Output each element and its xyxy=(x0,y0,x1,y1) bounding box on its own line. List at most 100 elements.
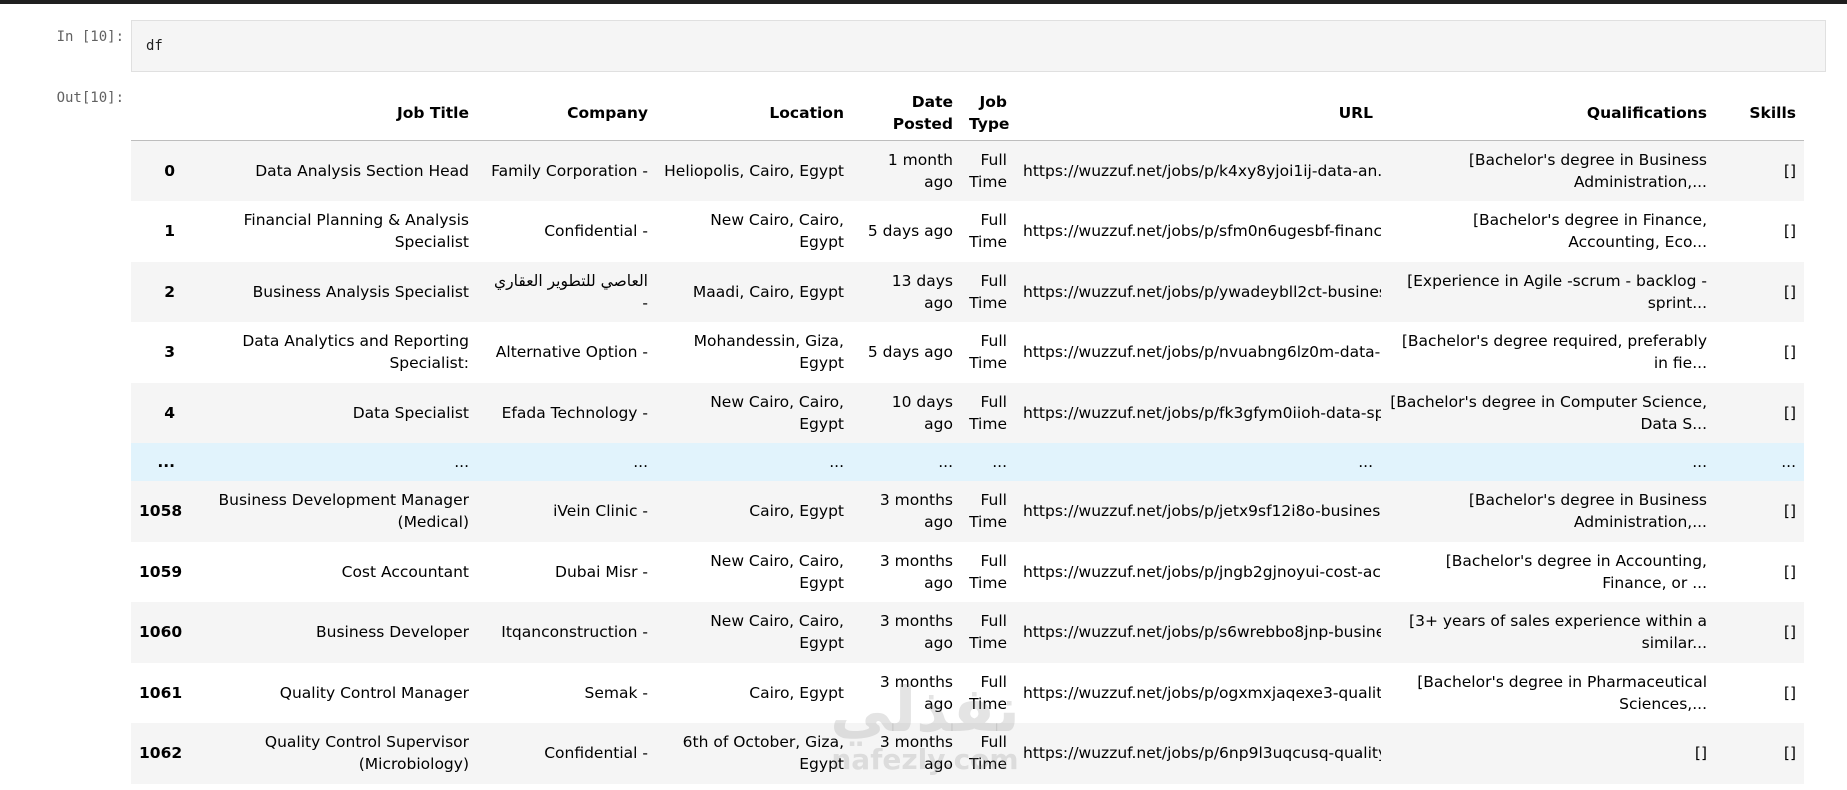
ellipsis-row: ........................... xyxy=(131,443,1804,481)
table-body: 0 Data Analysis Section Head Family Corpor… xyxy=(131,140,1804,784)
cell-qualifications: [Bachelor's degree in Finance, Accountin… xyxy=(1472,211,1707,252)
cell-job-title: Financial Planning & Analysis Specialist xyxy=(243,211,469,252)
cell-job-title: Business Developer xyxy=(316,623,469,642)
header-skills: Skills xyxy=(1715,86,1804,141)
cell-skills: [] xyxy=(1783,683,1796,702)
cell-url: https://wuzzuf.net/jobs/p/k4xy8yjoi1ij-d… xyxy=(1023,162,1381,180)
cell-company: Semak - xyxy=(584,683,648,702)
cell-url: https://wuzzuf.net/jobs/p/fk3gfym0iioh-d… xyxy=(1023,403,1381,422)
cell-qualifications: [3+ years of sales experience within a s… xyxy=(1409,612,1707,653)
cell-skills: [] xyxy=(1783,744,1796,763)
cell-qualifications: [Bachelor's degree in Computer Science, … xyxy=(1390,392,1707,433)
header-location: Location xyxy=(656,86,852,141)
cell-job-title: Quality Control Manager xyxy=(279,683,469,702)
cell-url: https://wuzzuf.net/jobs/p/nvuabng6lz0m-d… xyxy=(1023,343,1381,362)
cell-company: Family Corporation - xyxy=(491,162,648,180)
cell-job-type: Full Time xyxy=(969,211,1007,252)
top-bar xyxy=(0,0,1847,4)
cell-date-posted: 3 months ago xyxy=(879,733,953,774)
row-index: 0 xyxy=(164,162,175,180)
table-row: 1058 Business Development Manager (Medica… xyxy=(131,481,1804,542)
cell-job-title: Quality Control Supervisor (Microbiology… xyxy=(264,733,469,774)
cell-location: New Cairo, Cairo, Egypt xyxy=(710,211,844,252)
cell-skills: [] xyxy=(1783,562,1796,581)
cell-qualifications: [Experience in Agile -scrum - backlog - … xyxy=(1407,271,1707,312)
cell-skills: [] xyxy=(1783,343,1796,362)
row-index: 1061 xyxy=(139,683,183,702)
cell-company: Confidential - xyxy=(544,744,648,763)
cell-company: Alternative Option - xyxy=(495,343,648,362)
row-index: 1060 xyxy=(139,623,183,642)
cell-qualifications: [Bachelor's degree required, preferably … xyxy=(1401,332,1707,373)
cell-location: 6th of October, Giza, Egypt xyxy=(682,733,844,774)
cell-date-posted: 10 days ago xyxy=(891,392,953,433)
cell-location: New Cairo, Cairo, Egypt xyxy=(710,612,844,653)
table-row: 3 Data Analytics and Reporting Specialist… xyxy=(131,322,1804,383)
cell-job-title: Cost Accountant xyxy=(341,562,469,581)
table-row: 0 Data Analysis Section Head Family Corpor… xyxy=(131,140,1804,201)
row-index: 1 xyxy=(164,222,175,241)
cell-location: ... xyxy=(829,453,844,471)
cell-company: Itqanconstruction - xyxy=(501,623,648,642)
cell-location: Maadi, Cairo, Egypt xyxy=(692,282,844,301)
cell-url: ... xyxy=(1358,453,1373,471)
cell-url: https://wuzzuf.net/jobs/p/sfm0n6ugesbf-f… xyxy=(1023,222,1381,241)
table-row: 1060 Business Developer Itqanconstruction … xyxy=(131,602,1804,663)
row-index: 3 xyxy=(164,343,175,362)
cell-qualifications: [Bachelor's degree in Business Administr… xyxy=(1468,151,1707,191)
cell-date-posted: 3 months ago xyxy=(879,672,953,713)
cell-company: العاصي للتطوير العقاري - xyxy=(494,271,648,312)
cell-location: New Cairo, Cairo, Egypt xyxy=(710,551,844,592)
table-row: 1062 Quality Control Supervisor (Microbio… xyxy=(131,723,1804,784)
row-index: 1058 xyxy=(139,502,183,521)
table-row: 4 Data Specialist Efada Technology - New Ca… xyxy=(131,382,1804,443)
row-index: 4 xyxy=(164,403,175,422)
cell-job-type: Full Time xyxy=(969,612,1007,653)
header-job-title: Job Title xyxy=(183,86,477,141)
cell-job-title: Business Development Manager (Medical) xyxy=(218,491,470,532)
header-url: URL xyxy=(1015,86,1381,141)
cell-skills: [] xyxy=(1783,502,1796,521)
header-company: Company xyxy=(477,86,656,141)
header-qualifications: Qualifications xyxy=(1381,86,1715,141)
input-prompt: In [10]: xyxy=(56,29,124,45)
cell-url: https://wuzzuf.net/jobs/p/6np9l3uqcusq-q… xyxy=(1023,744,1381,763)
cell-date-posted: 5 days ago xyxy=(867,343,953,362)
cell-job-type: Full Time xyxy=(969,151,1007,191)
cell-location: Cairo, Egypt xyxy=(749,683,844,702)
cell-url: https://wuzzuf.net/jobs/p/ywadeybll2ct-b… xyxy=(1023,282,1381,301)
table-row: 1059 Cost Accountant Dubai Misr - New Cairo… xyxy=(131,542,1804,603)
cell-job-type: Full Time xyxy=(969,332,1007,373)
cell-qualifications: [] xyxy=(1694,744,1707,763)
cell-skills: [] xyxy=(1783,623,1796,642)
cell-job-title: ... xyxy=(454,453,469,471)
cell-qualifications: ... xyxy=(1692,453,1707,471)
table-header-row: Job Title Company Location Date Posted Job T… xyxy=(131,86,1804,141)
cell-company: iVein Clinic - xyxy=(553,502,648,521)
row-index: 1062 xyxy=(139,744,183,763)
cell-job-title: Data Analytics and Reporting Specialist: xyxy=(242,332,469,373)
cell-location: Mohandessin, Giza, Egypt xyxy=(693,332,844,373)
cell-skills: [] xyxy=(1783,403,1796,422)
cell-location: Heliopolis, Cairo, Egypt xyxy=(664,162,844,180)
cell-company: ... xyxy=(633,453,648,471)
cell-date-posted: 5 days ago xyxy=(867,222,953,241)
row-index: 1059 xyxy=(139,562,183,581)
cell-job-type: Full Time xyxy=(969,271,1007,312)
cell-job-type: ... xyxy=(992,453,1007,471)
row-index: ... xyxy=(157,453,175,471)
code-input-area[interactable]: df xyxy=(131,20,1826,72)
dataframe-output: Job Title Company Location Date Posted Job T… xyxy=(131,86,1804,784)
output-prompt: Out[10]: xyxy=(56,90,124,106)
cell-skills: [] xyxy=(1783,282,1796,301)
code-text[interactable]: df xyxy=(146,38,163,54)
header-job-type: Job Type xyxy=(961,86,1015,141)
cell-job-type: Full Time xyxy=(969,733,1007,774)
cell-date-posted: 3 months ago xyxy=(879,491,953,532)
cell-company: Efada Technology - xyxy=(501,403,648,422)
cell-date-posted: 13 days ago xyxy=(891,271,953,312)
cell-location: Cairo, Egypt xyxy=(749,502,844,521)
table-row: 2 Business Analysis Specialist العاصي للتط… xyxy=(131,261,1804,322)
cell-job-type: Full Time xyxy=(969,491,1007,532)
row-index: 2 xyxy=(164,282,175,301)
